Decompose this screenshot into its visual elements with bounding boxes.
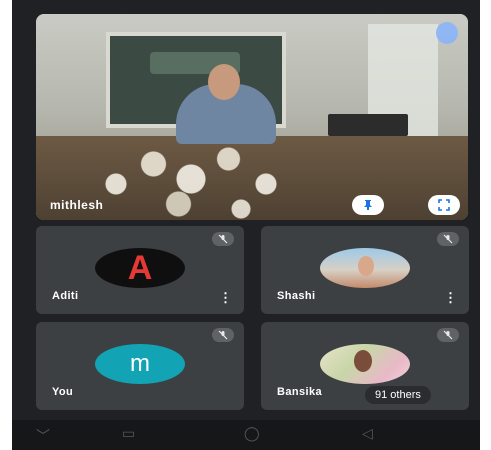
avatar-photo bbox=[358, 256, 374, 276]
avatar-letter: A bbox=[127, 248, 153, 287]
main-speaker-name: mithlesh bbox=[50, 198, 104, 212]
participant-tile-shashi[interactable]: Shashi ⋮ bbox=[261, 226, 469, 314]
avatar-letter: m bbox=[130, 350, 150, 377]
video-monitor bbox=[328, 114, 408, 136]
android-nav-bar: ﹀ ▭ ◯ ◁ bbox=[12, 420, 480, 450]
more-options-icon[interactable]: ⋮ bbox=[219, 291, 232, 304]
main-video-tile[interactable]: mithlesh bbox=[36, 14, 468, 220]
chevron-down-icon[interactable]: ﹀ bbox=[36, 426, 50, 446]
speaking-indicator-icon bbox=[436, 22, 458, 44]
expand-icon bbox=[438, 199, 450, 211]
back-icon[interactable]: ◁ bbox=[362, 426, 373, 442]
participant-name: You bbox=[52, 386, 74, 398]
participant-tile-bansika[interactable]: Bansika 91 others bbox=[261, 322, 469, 410]
mic-off-icon bbox=[437, 328, 459, 342]
participant-name: Aditi bbox=[52, 290, 79, 302]
video-person-head bbox=[208, 64, 240, 100]
meet-screen: mithlesh A Aditi ⋮ Shashi ⋮ m You Bansik… bbox=[12, 0, 480, 450]
more-options-icon[interactable]: ⋮ bbox=[444, 291, 457, 304]
avatar bbox=[320, 344, 410, 384]
avatar: A bbox=[95, 248, 185, 288]
mic-off-icon bbox=[437, 232, 459, 246]
home-icon[interactable]: ◯ bbox=[244, 426, 260, 442]
avatar bbox=[320, 248, 410, 288]
video-flowers bbox=[66, 124, 316, 220]
fullscreen-button[interactable] bbox=[428, 195, 460, 215]
participant-name: Shashi bbox=[277, 290, 316, 302]
participant-name: Bansika bbox=[277, 386, 322, 398]
avatar: m bbox=[95, 344, 185, 384]
others-count-button[interactable]: 91 others bbox=[365, 386, 431, 404]
pin-icon bbox=[364, 200, 372, 210]
recent-apps-icon[interactable]: ▭ bbox=[122, 426, 135, 442]
avatar-photo bbox=[354, 350, 372, 372]
participant-tile-aditi[interactable]: A Aditi ⋮ bbox=[36, 226, 244, 314]
mic-off-icon bbox=[212, 328, 234, 342]
participant-tile-you[interactable]: m You bbox=[36, 322, 244, 410]
mic-off-icon bbox=[212, 232, 234, 246]
pin-button[interactable] bbox=[352, 195, 384, 215]
